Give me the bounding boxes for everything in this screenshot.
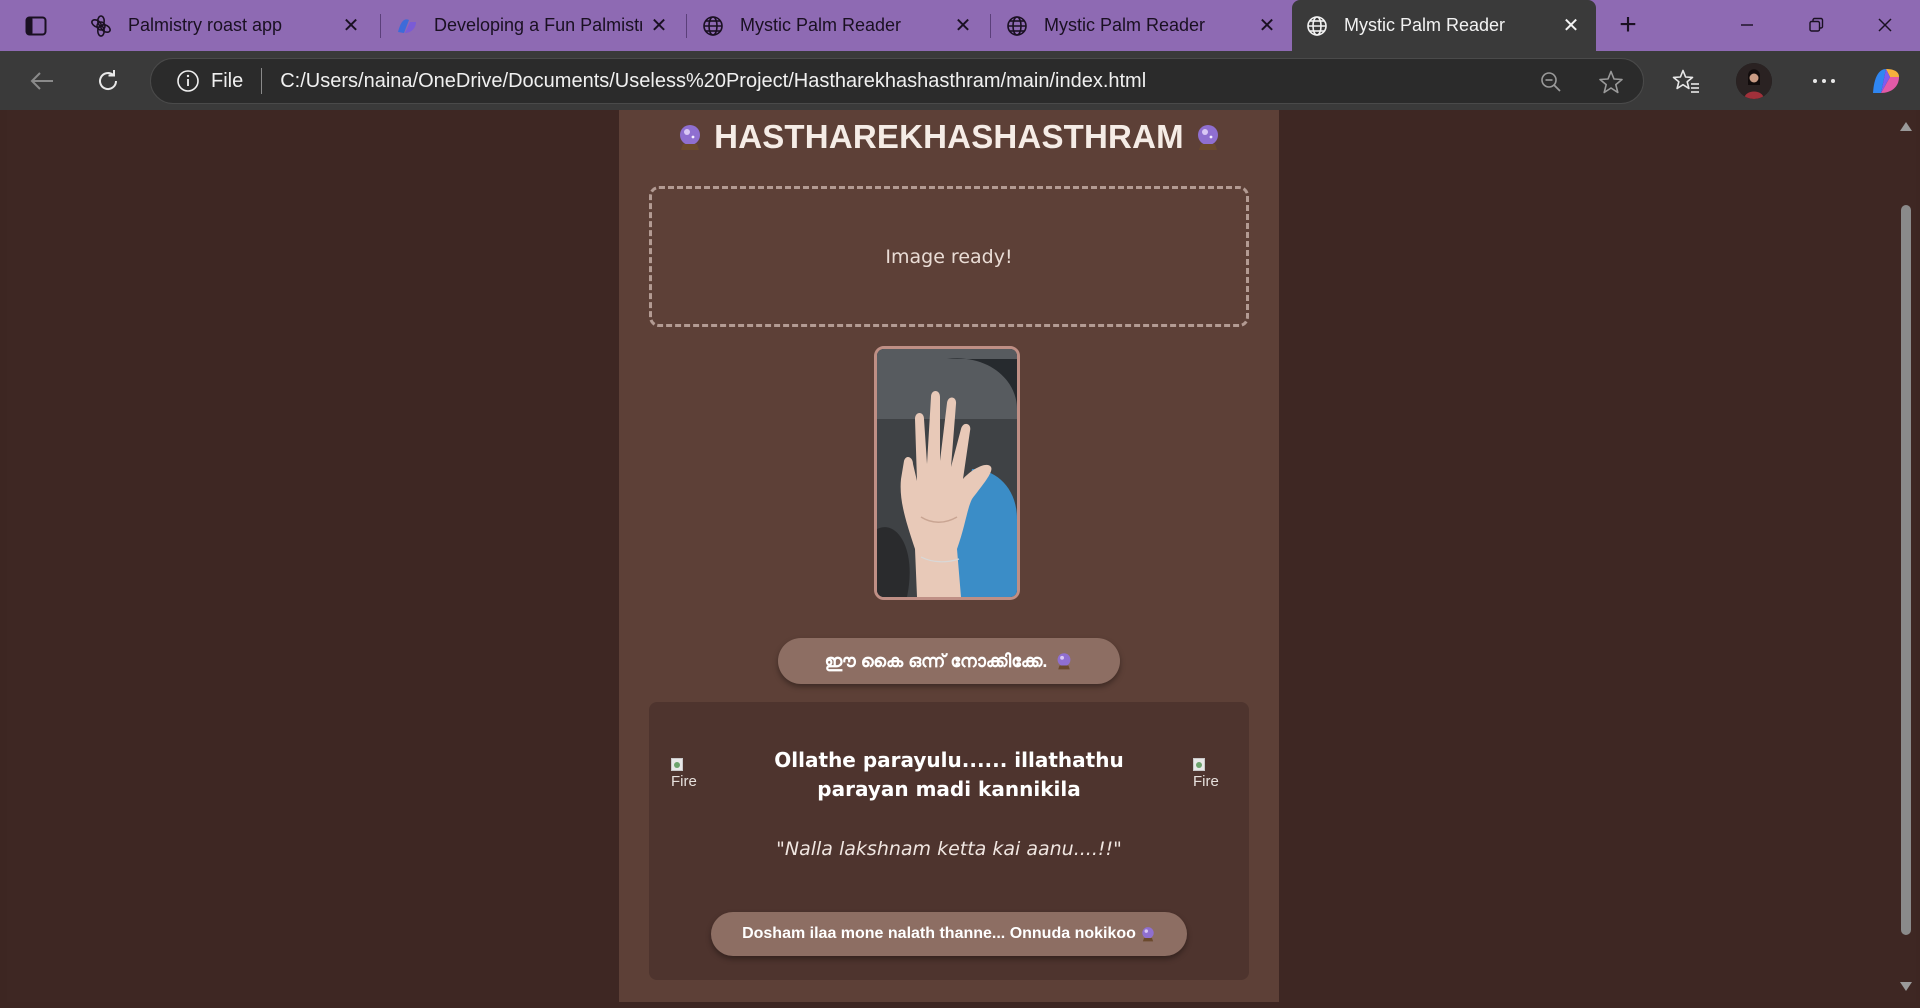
page-title-text: HASTHAREKHASHASTHRAM [714, 118, 1184, 155]
zoom-out-icon[interactable] [1537, 68, 1565, 96]
more-dots-icon [1813, 79, 1835, 83]
fire-gif-right: Fire [1193, 758, 1229, 794]
globe-icon [1304, 13, 1330, 39]
reading-result-panel: Fire Ollathe parayulu...... illathathu p… [649, 702, 1249, 980]
back-button[interactable] [24, 63, 60, 99]
reading-verdict: Ollathe parayulu...... illathathu paraya… [774, 748, 1124, 801]
crystal-ball-icon [680, 125, 701, 150]
close-tab-icon[interactable]: ✕ [648, 15, 670, 37]
tab-title: Mystic Palm Reader [1044, 15, 1206, 35]
profile-avatar[interactable] [1736, 63, 1772, 99]
broken-image-icon [1193, 758, 1205, 771]
address-bar[interactable]: File C:/Users/naina/OneDrive/Documents/U… [150, 58, 1644, 104]
tab-separator [686, 14, 687, 38]
tab-separator [990, 14, 991, 38]
settings-more-button[interactable] [1806, 63, 1842, 99]
app-container: HASTHAREKHASHASTHRAM Image ready! ഈ കൈ ഒ… [619, 110, 1279, 1002]
address-divider [261, 68, 263, 94]
refresh-button[interactable] [90, 63, 126, 99]
tab-title: Mystic Palm Reader [1344, 15, 1506, 35]
favorites-list-icon [1672, 69, 1699, 93]
copilot-button[interactable] [1868, 63, 1904, 99]
page-title: HASTHAREKHASHASTHRAM [619, 118, 1279, 156]
scrollbar-thumb[interactable] [1901, 205, 1911, 935]
avatar-image [1736, 63, 1772, 99]
read-again-button-label: Dosham ilaa mone nalath thanne... Onnuda… [742, 925, 1136, 942]
vertical-scrollbar[interactable] [1896, 110, 1916, 1002]
palm-image-preview [874, 346, 1020, 600]
upload-dropzone[interactable]: Image ready! [649, 186, 1249, 327]
url-text[interactable]: C:/Users/naina/OneDrive/Documents/Useles… [280, 70, 1146, 93]
minimize-button[interactable] [1724, 8, 1770, 42]
tab-separator [380, 14, 381, 38]
fire-gif-left: Fire [671, 758, 707, 794]
globe-icon [1004, 13, 1030, 39]
tab-developing-fun-palmistry[interactable]: Developing a Fun Palmistry ✕ [382, 0, 684, 51]
analyze-palm-button[interactable]: ഈ കൈ ഒന്ന് നോക്കിക്കേ. [778, 638, 1120, 684]
scheme-label: File [211, 69, 244, 92]
chatgpt-icon [88, 13, 114, 39]
restore-icon [1809, 17, 1824, 32]
analyze-palm-button-label: ഈ കൈ ഒന്ന് നോക്കിക്കേ. [824, 650, 1048, 671]
copilot-icon [1873, 69, 1899, 93]
tab-mystic-palm-reader-1[interactable]: Mystic Palm Reader ✕ [688, 0, 988, 51]
fire-gif-alt-text: Fire [1193, 773, 1219, 790]
browser-toolbar: File C:/Users/naina/OneDrive/Documents/U… [0, 51, 1920, 110]
close-tab-icon[interactable]: ✕ [952, 15, 974, 37]
broken-image-icon [671, 758, 683, 771]
tab-palmistry-roast-app[interactable]: Palmistry roast app ✕ [76, 0, 376, 51]
upload-status-text: Image ready! [885, 245, 1013, 268]
restore-button[interactable] [1793, 8, 1839, 42]
read-again-button[interactable]: Dosham ilaa mone nalath thanne... Onnuda… [711, 912, 1187, 956]
tab-title: Developing a Fun Palmistry [434, 15, 642, 35]
site-info-icon[interactable] [175, 68, 201, 94]
favorite-star-icon[interactable] [1597, 68, 1625, 96]
copilot-icon [394, 13, 420, 39]
crystal-ball-icon [1057, 653, 1071, 670]
globe-icon [700, 13, 726, 39]
new-tab-button[interactable]: + [1612, 10, 1644, 42]
tab-title: Mystic Palm Reader [740, 15, 902, 35]
crystal-ball-icon [1197, 125, 1218, 150]
tab-strip: Palmistry roast app ✕ Developing a Fun P… [0, 0, 1920, 51]
minimize-icon [1741, 24, 1753, 26]
refresh-icon [99, 70, 118, 90]
close-tab-icon[interactable]: ✕ [340, 15, 362, 37]
close-tab-icon[interactable]: ✕ [1256, 15, 1278, 37]
tab-actions-icon [25, 16, 47, 36]
tab-mystic-palm-reader-2[interactable]: Mystic Palm Reader ✕ [992, 0, 1292, 51]
back-arrow-icon [30, 72, 53, 90]
fire-gif-alt-text: Fire [671, 773, 697, 790]
tab-title: Palmistry roast app [128, 15, 283, 35]
page-viewport: HASTHAREKHASHASTHRAM Image ready! ഈ കൈ ഒ… [7, 110, 1896, 1002]
favorites-button[interactable] [1668, 63, 1704, 99]
reading-quote: "Nalla lakshnam ketta kai aanu....!!" [776, 838, 1122, 860]
close-window-button[interactable] [1862, 8, 1908, 42]
tab-actions-button[interactable] [14, 10, 58, 42]
scroll-down-arrow-icon[interactable] [1900, 982, 1912, 991]
close-icon [1878, 18, 1892, 32]
close-tab-icon[interactable]: ✕ [1560, 15, 1582, 37]
tab-mystic-palm-reader-active[interactable]: Mystic Palm Reader ✕ [1292, 0, 1596, 51]
scroll-up-arrow-icon[interactable] [1900, 122, 1912, 131]
crystal-ball-icon [1142, 927, 1154, 942]
hand-photo [877, 349, 1017, 597]
